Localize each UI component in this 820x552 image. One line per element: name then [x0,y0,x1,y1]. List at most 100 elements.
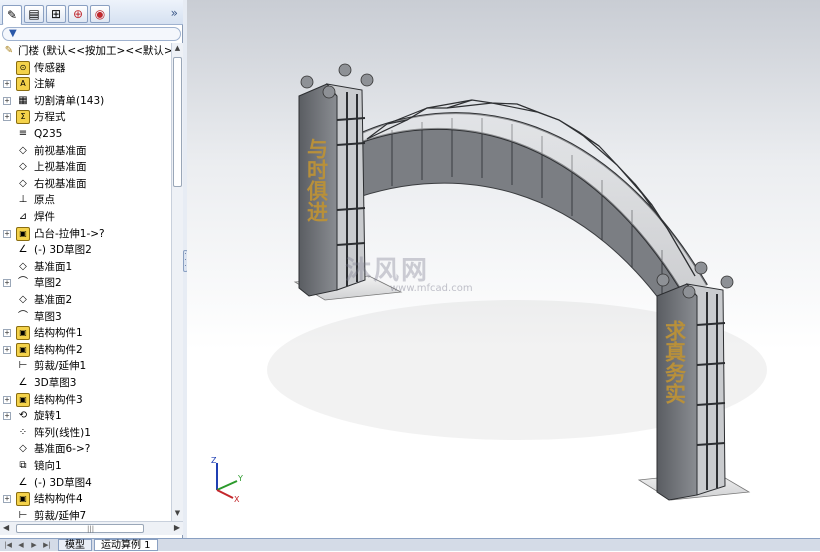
grip-icon: ||| [87,525,95,533]
feature-filter-input[interactable]: ▼ [2,27,181,41]
plane-icon: ◇ [19,443,27,455]
tree-item-label: 阵列(线性)1 [34,426,91,439]
tree-item-label: 焊件 [34,211,55,223]
tree-item[interactable]: ⌒ 草图3 [0,309,171,325]
tree-item[interactable]: ⊢ 剪裁/延伸7 [0,508,171,521]
structural-member-icon: ▣ [16,342,30,357]
tree-item-label: 注解 [34,78,55,91]
tree-item-label: 凸台-拉伸1->? [34,227,105,240]
display-manager-icon: ◉ [94,7,106,21]
dimxpert-tab[interactable]: ⊕ [68,5,88,23]
tree-item[interactable]: ⊙ 传感器 [0,60,171,76]
tree-item[interactable]: ⊢ 剪裁/延伸1 [0,358,171,374]
gate-3d-model[interactable]: 与时俱进 求真务实 [187,0,820,538]
configuration-manager-tab[interactable]: ⊞ [46,5,66,23]
tree-item-label: 基准面2 [34,294,73,306]
tree-item[interactable]: ∠ 3D草图3 [0,375,171,391]
tree-item[interactable]: ∠ (-) 3D草图2 [0,242,171,258]
tab-model[interactable]: 模型 [58,539,92,551]
tree-item-label: (-) 3D草图2 [34,244,92,257]
property-manager-tab[interactable]: ▤ [24,5,44,23]
mirror-icon: ⧉ [19,460,27,471]
expand-icon[interactable]: + [3,279,11,288]
tree-root-label: 门楼 (默认<<按加工><<默认>_显 [18,45,171,57]
equation-icon: Σ [16,110,30,125]
tree-item[interactable]: + ▣ 结构构件1 [0,325,171,341]
scroll-up-icon[interactable]: ▲ [173,44,182,55]
sketch-icon: ⌒ [18,277,28,289]
tree-item[interactable]: ⊿ 焊件 [0,209,171,225]
expand-icon[interactable]: + [3,113,11,122]
expand-icon[interactable]: + [3,495,11,504]
tree-root-part[interactable]: ✎ 门楼 (默认<<按加工><<默认>_显 [0,43,171,59]
scroll-thumb[interactable] [173,57,182,187]
prev-tab-icon[interactable]: ◀ [15,540,27,550]
tree-item[interactable]: ∠ (-) 3D草图4 [0,475,171,491]
tree-item[interactable]: ⧉ 镜向1 [0,458,171,474]
tree-item[interactable]: + ▣ 凸台-拉伸1->? [0,226,171,242]
right-pillar-inscription: 求真务实 [663,320,688,405]
tree-item[interactable]: ⁘ 阵列(线性)1 [0,425,171,441]
tree-item-label: 基准面6->? [34,443,91,456]
tree-item-label: 基准面1 [34,260,73,273]
tree-item-label: 结构构件2 [34,343,83,356]
tree-item[interactable]: + ▣ 结构构件3 [0,392,171,408]
linear-pattern-icon: ⁘ [18,426,28,438]
feature-manager-tab[interactable]: ✎ [2,5,22,25]
expand-icon[interactable]: + [3,80,11,89]
sensor-icon: ⊙ [16,60,30,75]
display-manager-tab[interactable]: ◉ [90,5,110,23]
scroll-down-icon[interactable]: ▼ [173,509,182,520]
tree-item[interactable]: + Σ 方程式 [0,109,171,125]
structural-member-icon: ▣ [16,392,30,407]
sketch-icon: ⌒ [18,310,28,322]
feature-manager-icon: ✎ [6,8,18,22]
structural-member-icon: ▣ [16,326,30,341]
tree-item[interactable]: + ▣ 结构构件2 [0,342,171,358]
tree-item[interactable]: ◇ 前视基准面 [0,143,171,159]
property-manager-icon: ▤ [28,7,40,21]
expand-icon[interactable]: + [3,412,11,421]
filter-icon: ▼ [9,28,17,39]
next-tab-icon[interactable]: ▶ [28,540,40,550]
scroll-right-icon[interactable]: ▶ [174,523,180,532]
expand-icon[interactable]: + [3,395,11,404]
tree-item-label: 结构构件1 [34,327,83,340]
tree-item[interactable]: + ▦ 切割清单(143) [0,93,171,109]
tree-item[interactable]: + ⌒ 草图2 [0,275,171,291]
expand-panel-icon[interactable]: » [171,6,178,20]
tree-item-label: 旋转1 [34,410,62,423]
tree-item-label: 草图2 [34,277,62,290]
scroll-left-icon[interactable]: ◀ [3,523,9,532]
tree-item[interactable]: ≡ Q235 [0,126,171,142]
tree-item-label: 原点 [34,194,55,207]
tree-item[interactable]: ◇ 上视基准面 [0,159,171,175]
tree-item[interactable]: ◇ 基准面1 [0,259,171,275]
expand-icon[interactable]: + [3,229,11,238]
panel-tab-bar: ✎ ▤ ⊞ ⊕ ◉ » [0,0,183,25]
expand-icon[interactable]: + [3,329,11,338]
tree-item[interactable]: ◇ 右视基准面 [0,176,171,192]
tree-item[interactable]: ◇ 基准面6->? [0,441,171,457]
tree-item-label: 上视基准面 [34,161,87,174]
tree-item[interactable]: + A 注解 [0,76,171,92]
right-finial-3 [720,275,734,289]
tree-horizontal-scrollbar[interactable]: ◀ ||| ▶ [0,521,183,535]
left-finial-2 [338,63,352,77]
tree-vertical-scrollbar[interactable]: ▲ ▼ [171,43,183,521]
first-tab-icon[interactable]: |◀ [2,540,14,550]
graphics-viewport[interactable]: 与时俱进 求真务实 沐风网 www.mfcad.com Z Y X [187,0,820,538]
expand-icon[interactable]: + [3,345,11,354]
tree-item[interactable]: + ▣ 结构构件4 [0,491,171,507]
right-finial-1 [656,273,670,287]
tree-item[interactable]: ◇ 基准面2 [0,292,171,308]
annotation-icon: A [16,77,30,92]
horizontal-scroll-thumb[interactable]: ||| [16,524,144,533]
tree-item[interactable]: ⊥ 原点 [0,192,171,208]
material-icon: ≡ [18,128,28,139]
expand-icon[interactable]: + [3,96,11,105]
last-tab-icon[interactable]: ▶| [41,540,53,550]
tab-motion-study[interactable]: 运动算例 1 [94,539,158,551]
3d-sketch-icon: ∠ [18,377,28,388]
tree-item[interactable]: + ⟲ 旋转1 [0,408,171,424]
